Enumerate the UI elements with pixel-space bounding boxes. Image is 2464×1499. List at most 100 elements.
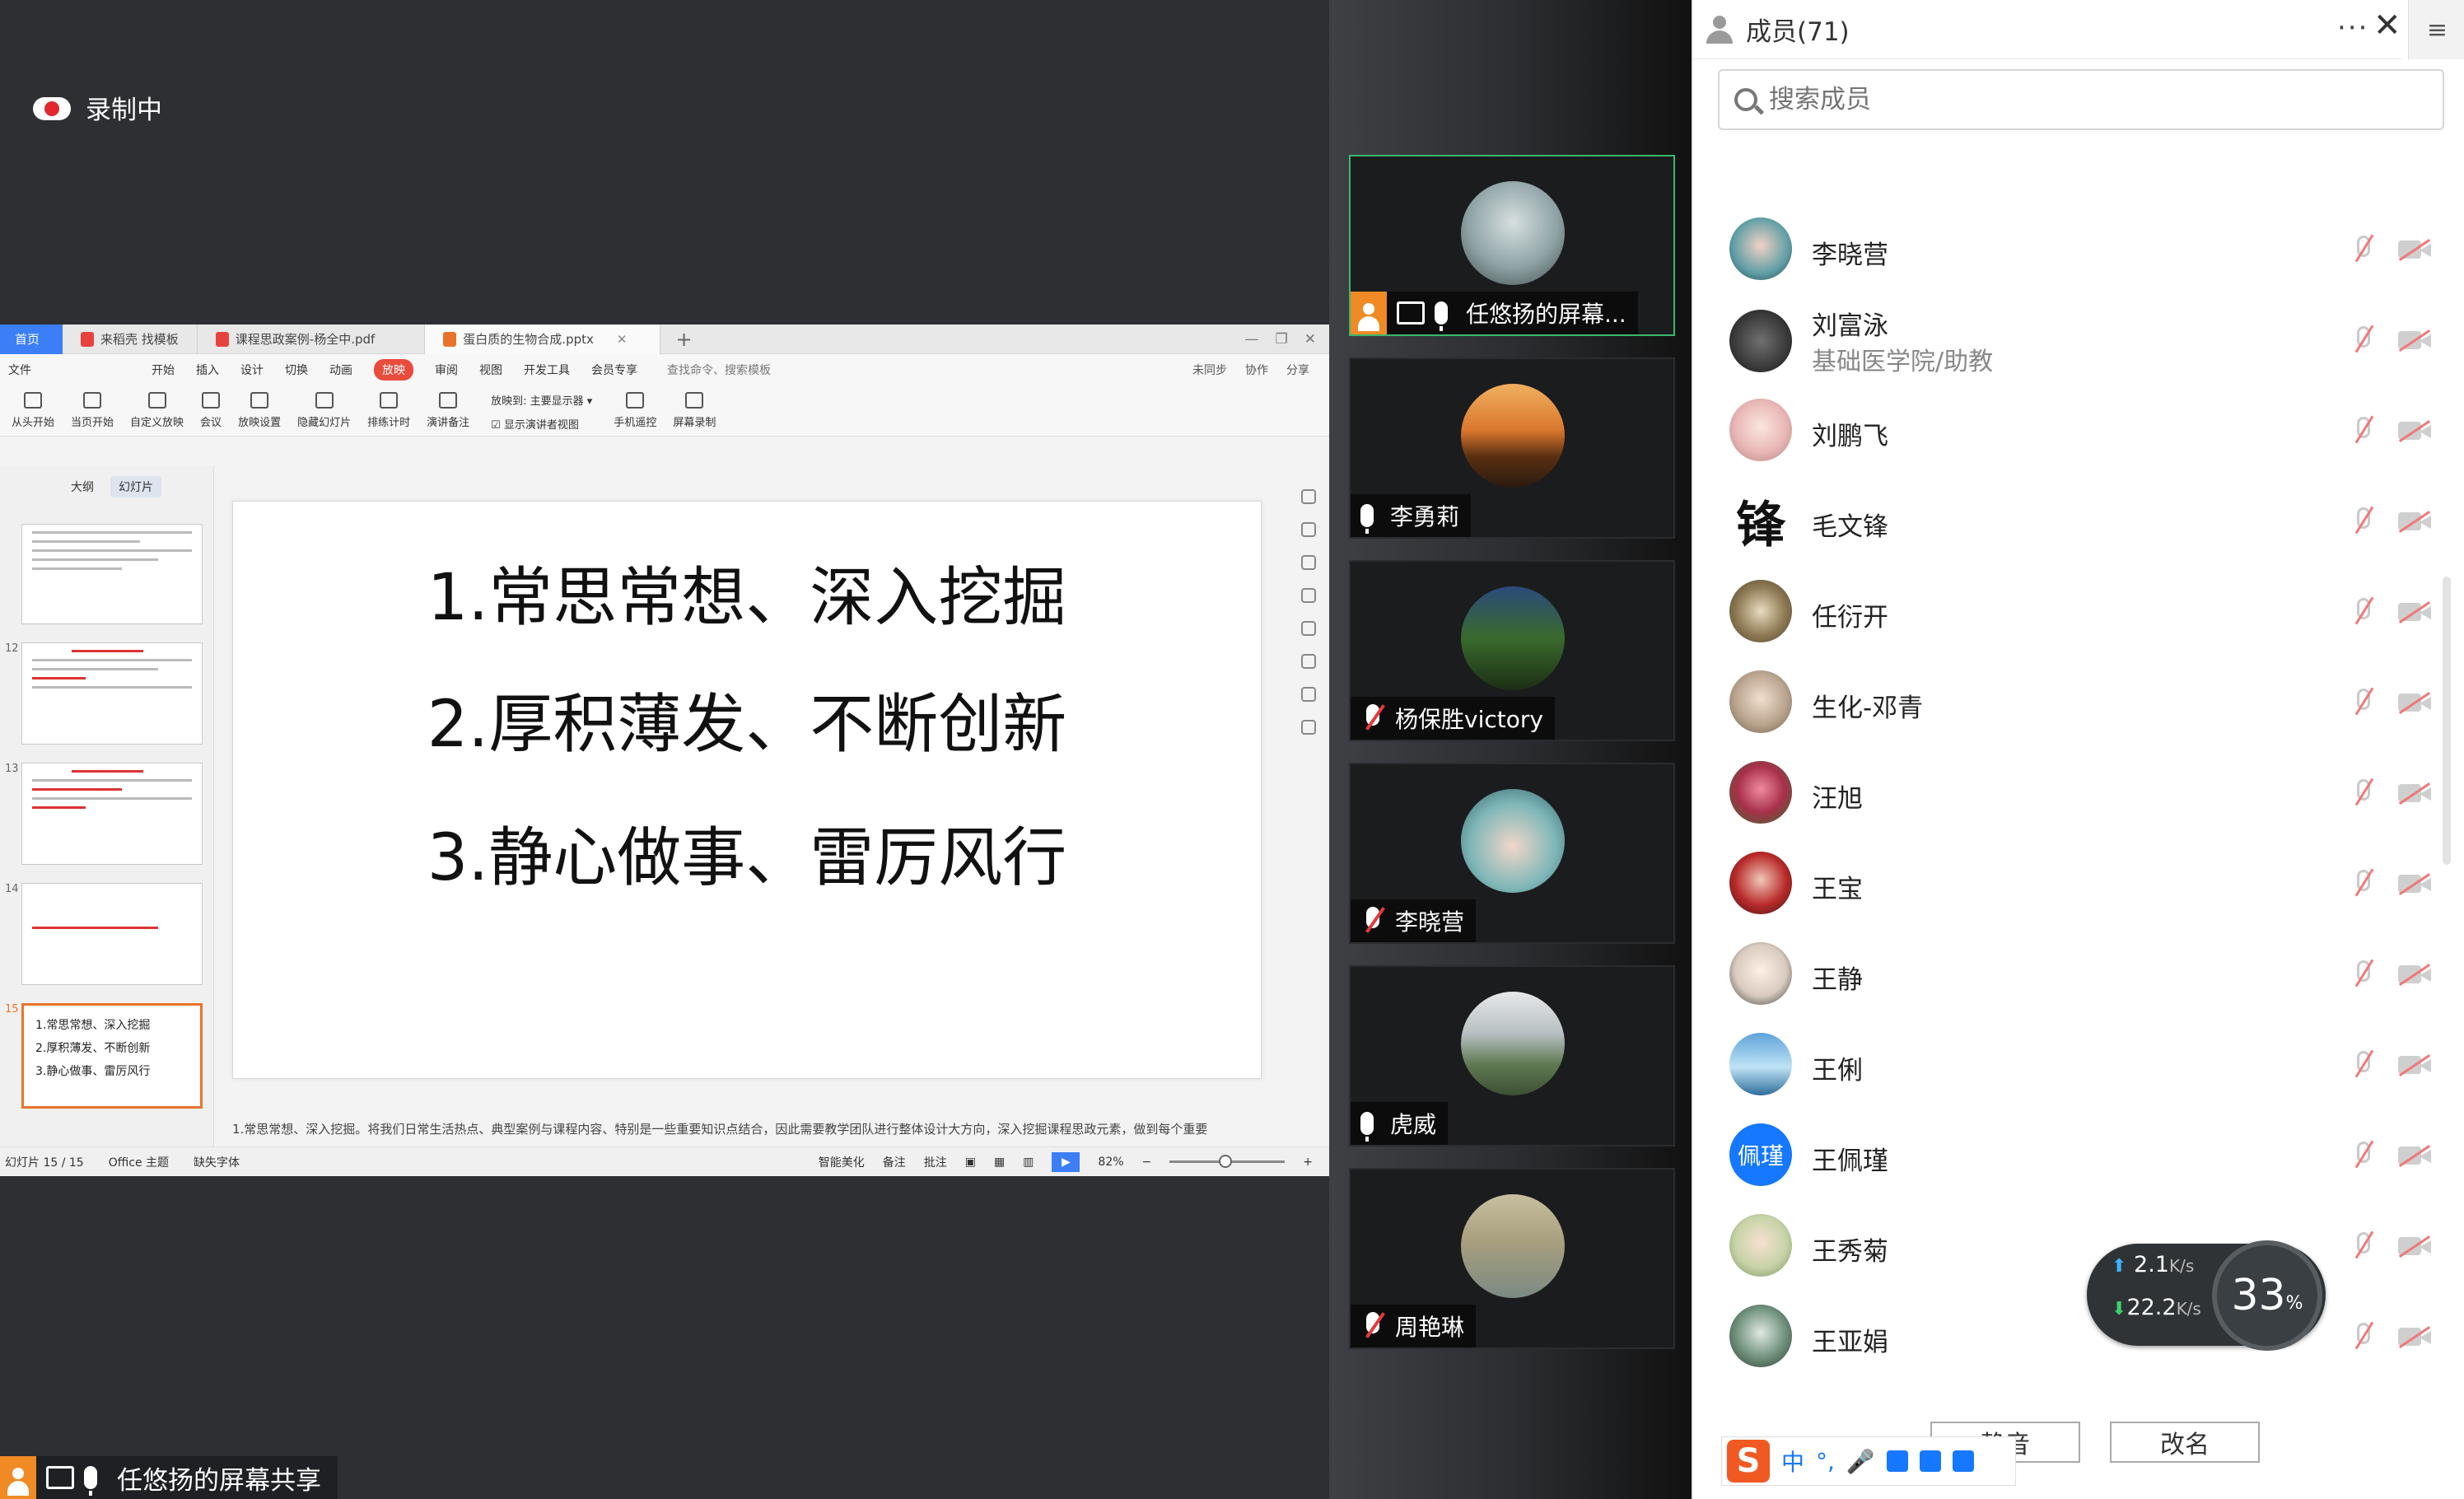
video-tile[interactable]: 虎威 <box>1349 965 1675 1146</box>
video-tile[interactable]: 任悠扬的屏幕... <box>1349 155 1675 336</box>
mic-muted-icon[interactable] <box>2350 596 2375 628</box>
side-tool-icon[interactable] <box>1301 522 1316 537</box>
zoom-level[interactable]: 82% <box>1098 1156 1123 1169</box>
mic-muted-icon[interactable] <box>2350 868 2375 899</box>
camera-off-icon[interactable] <box>2398 418 2431 443</box>
menu-file[interactable]: 文件 <box>8 362 31 378</box>
zoom-out-icon[interactable]: − <box>1142 1156 1152 1169</box>
side-tool-icon[interactable] <box>1301 720 1316 735</box>
zoom-slider-knob[interactable] <box>1219 1155 1233 1168</box>
menu-view[interactable]: 视图 <box>479 362 502 378</box>
tab-slides[interactable]: 幻灯片 <box>110 476 161 497</box>
tab-outline[interactable]: 大纲 <box>63 476 102 497</box>
tab-pptx[interactable]: 蛋白质的生物合成.pptx ✕ <box>425 325 661 354</box>
mic-muted-icon[interactable] <box>2350 325 2375 356</box>
close-panel-icon[interactable]: ✕ <box>2373 7 2401 44</box>
side-tool-icon[interactable] <box>1301 555 1316 570</box>
member-row[interactable]: 李晓营 <box>1693 204 2434 295</box>
ribbon-rehearse[interactable]: 排练计时 <box>359 385 418 429</box>
slide-thumbnail[interactable] <box>21 763 203 865</box>
mic-muted-icon[interactable] <box>2350 234 2375 265</box>
member-search-input[interactable] <box>1769 85 2395 114</box>
comments-toggle[interactable]: 批注 <box>924 1154 947 1170</box>
collab-button[interactable]: 协作 <box>1245 362 1268 378</box>
ime-voice-icon[interactable]: 🎤 <box>1846 1448 1875 1475</box>
network-speed-widget[interactable]: ⬆ 2.1K/s ⬇22.2K/s 33% <box>2087 1240 2326 1351</box>
member-row[interactable]: 佩瑾 王佩瑾 <box>1693 1110 2434 1201</box>
side-tool-icon[interactable] <box>1301 654 1316 669</box>
video-tile[interactable]: 周艳琳 <box>1349 1168 1675 1349</box>
menu-insert[interactable]: 插入 <box>196 362 219 378</box>
camera-off-icon[interactable] <box>2398 781 2431 806</box>
minimize-icon[interactable]: — <box>1245 331 1259 348</box>
mic-muted-icon[interactable] <box>2350 778 2375 809</box>
video-tile[interactable]: 李晓营 <box>1349 763 1675 944</box>
theme-name[interactable]: Office 主题 <box>109 1154 169 1170</box>
member-row[interactable]: 王秀菊 <box>1693 1201 2434 1291</box>
reading-view-icon[interactable]: ▥ <box>1023 1156 1034 1169</box>
display-select[interactable]: 主要显示器 <box>530 395 584 408</box>
ribbon-show-settings[interactable]: 放映设置 <box>230 385 289 429</box>
slide-canvas[interactable]: 1.常思常想、深入挖掘 2.厚积薄发、不断创新 3.静心做事、雷厉风行 <box>232 501 1262 1079</box>
ime-keyboard-icon[interactable] <box>1886 1450 1908 1472</box>
member-row[interactable]: 王静 <box>1693 929 2434 1020</box>
restore-icon[interactable]: ❐ <box>1276 331 1288 348</box>
member-row[interactable]: 任衍开 <box>1693 567 2434 657</box>
menu-transition[interactable]: 切换 <box>285 362 308 378</box>
new-tab-button[interactable]: + <box>660 328 707 351</box>
ribbon-meeting[interactable]: 会议 <box>192 385 230 429</box>
member-row[interactable]: 刘鹏飞 <box>1693 385 2434 476</box>
side-tool-icon[interactable] <box>1301 489 1316 504</box>
zoom-in-icon[interactable]: + <box>1303 1156 1313 1169</box>
menu-start[interactable]: 开始 <box>152 362 175 378</box>
command-search[interactable]: 查找命令、搜索模板 <box>667 362 771 378</box>
ribbon-hide-slide[interactable]: 隐藏幻灯片 <box>289 385 359 429</box>
ime-toolbar[interactable]: S 中 °, 🎤 <box>1721 1436 2016 1486</box>
ime-punct[interactable]: °, <box>1816 1448 1835 1475</box>
rename-button[interactable]: 改名 <box>2110 1422 2260 1463</box>
member-row[interactable]: 王宝 <box>1693 838 2434 929</box>
camera-off-icon[interactable] <box>2398 871 2431 896</box>
camera-off-icon[interactable] <box>2398 1234 2431 1259</box>
presenter-view-checkbox[interactable]: ☑ 显示演讲者视图 <box>491 416 592 432</box>
menu-review[interactable]: 审阅 <box>435 362 458 378</box>
camera-off-icon[interactable] <box>2398 1143 2431 1168</box>
member-row[interactable]: 王俐 <box>1693 1020 2434 1110</box>
mic-muted-icon[interactable] <box>2350 959 2375 990</box>
slide-thumbnail[interactable] <box>21 642 203 745</box>
camera-off-icon[interactable] <box>2398 328 2431 353</box>
camera-off-icon[interactable] <box>2398 237 2431 262</box>
member-row[interactable]: 锋 毛文锋 <box>1693 476 2434 567</box>
ribbon-from-start[interactable]: 从头开始 <box>3 385 63 429</box>
tab-docer[interactable]: 来稻壳 找模板 <box>63 325 198 354</box>
camera-off-icon[interactable] <box>2398 1053 2431 1077</box>
ribbon-speaker-notes[interactable]: 演讲备注 <box>418 385 478 429</box>
sorter-view-icon[interactable]: ▦ <box>994 1156 1005 1169</box>
ime-mode[interactable]: 中 <box>1781 1445 1804 1478</box>
notes-toggle[interactable]: 备注 <box>883 1154 906 1170</box>
panel-menu-icon[interactable]: ≡ <box>2408 0 2464 59</box>
side-tool-icon[interactable] <box>1301 687 1316 702</box>
normal-view-icon[interactable]: ▣ <box>965 1156 976 1169</box>
member-list-scrollbar[interactable] <box>2443 577 2451 865</box>
mic-muted-icon[interactable] <box>2350 415 2375 446</box>
speaker-notes[interactable]: 1.常思常想、深入挖掘。将我们日常生活热点、典型案例与课程内容、特别是一些重要知… <box>232 1120 1262 1137</box>
member-row[interactable]: 生化-邓青 <box>1693 657 2434 748</box>
smart-beautify[interactable]: 智能美化 <box>819 1154 865 1170</box>
mic-muted-icon[interactable] <box>2350 506 2375 537</box>
missing-font[interactable]: 缺失字体 <box>194 1154 240 1170</box>
video-tile[interactable]: 李勇莉 <box>1349 357 1675 539</box>
side-tool-icon[interactable] <box>1301 588 1316 603</box>
menu-slideshow[interactable]: 放映 <box>374 359 413 381</box>
camera-off-icon[interactable] <box>2398 962 2431 987</box>
camera-off-icon[interactable] <box>2398 600 2431 624</box>
play-slideshow-button[interactable]: ▶ <box>1052 1151 1080 1172</box>
mic-muted-icon[interactable] <box>2350 1049 2375 1081</box>
mic-muted-icon[interactable] <box>2350 1140 2375 1171</box>
member-search[interactable] <box>1718 69 2444 130</box>
zoom-slider[interactable] <box>1169 1155 1286 1168</box>
close-tab-icon[interactable]: ✕ <box>617 332 628 347</box>
slide-thumbnail-selected[interactable]: 1.常思常想、深入挖掘 2.厚积薄发、不断创新 3.静心做事、雷厉风行 <box>21 1003 203 1109</box>
camera-off-icon[interactable] <box>2398 1324 2431 1349</box>
ime-toolbox-icon[interactable] <box>1952 1450 1974 1472</box>
